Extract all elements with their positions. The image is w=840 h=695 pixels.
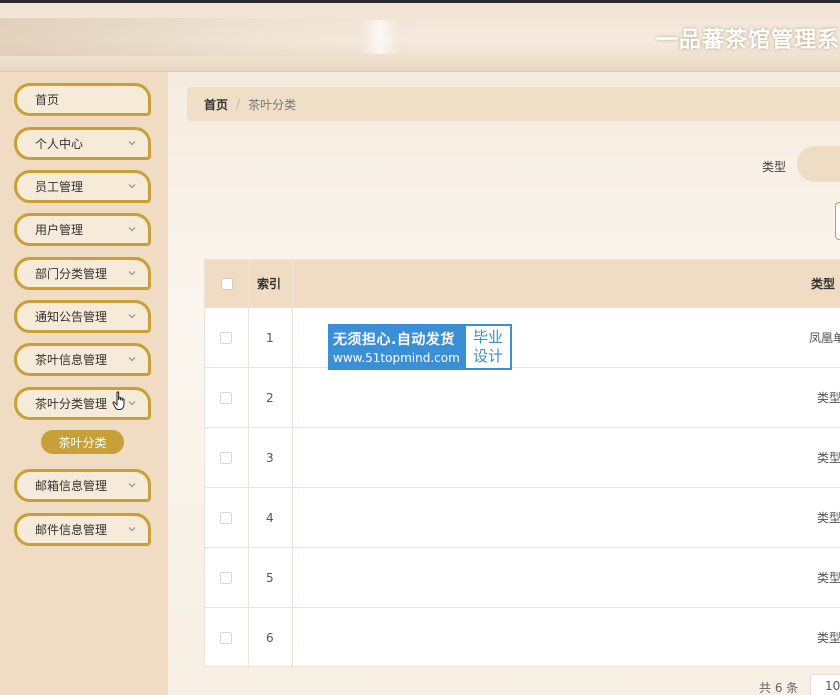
row-checkbox-cell — [220, 608, 232, 667]
pagination-total: 共 6 条 — [759, 681, 799, 695]
sidebar-item-label: 部门分类管理 — [35, 267, 108, 281]
main-content: 首页 / 茶叶分类 类型 索引 类型 1 凤凰单 2 类型 3 类型 4 类型 … — [168, 72, 840, 695]
row-index: 3 — [266, 450, 274, 465]
table-row[interactable]: 5 类型 — [205, 547, 840, 607]
row-checkbox[interactable] — [220, 451, 232, 464]
select-all-checkbox[interactable] — [221, 277, 233, 290]
sidebar-item-label: 个人中心 — [35, 137, 84, 151]
sidebar-item-label: 茶叶信息管理 — [35, 353, 108, 367]
chevron-down-icon — [128, 184, 136, 189]
sidebar-item-home[interactable]: 首页 — [14, 83, 151, 116]
row-type: 类型 — [817, 391, 840, 405]
row-type: 类型 — [817, 511, 840, 525]
chevron-down-icon — [128, 271, 136, 276]
select-all-checkbox-cell — [221, 260, 233, 307]
row-index: 1 — [266, 330, 274, 345]
row-checkbox-cell — [220, 368, 232, 427]
row-checkbox-cell — [220, 548, 232, 607]
chevron-down-icon — [128, 314, 136, 319]
table-row[interactable]: 2 类型 — [205, 367, 840, 427]
row-index: 5 — [266, 570, 274, 585]
sidebar-item-label: 茶叶分类管理 — [35, 397, 108, 411]
breadcrumb-separator: / — [236, 97, 241, 111]
watermark-badge-line2: 设计 — [472, 347, 503, 365]
sidebar-item-label: 员工管理 — [35, 180, 84, 194]
hand-cursor-icon — [112, 391, 125, 410]
sidebar-item-label: 首页 — [35, 93, 60, 107]
table-row[interactable]: 3 类型 — [205, 427, 840, 487]
data-table: 索引 类型 1 凤凰单 2 类型 3 类型 4 类型 5 类型 6 类型 — [204, 259, 840, 668]
sidebar-subitem-tea-category[interactable]: 茶叶分类 — [41, 430, 124, 454]
sidebar-item-tea-category[interactable]: 茶叶分类管理 — [14, 387, 151, 420]
row-checkbox[interactable] — [220, 511, 232, 524]
watermark-badge: 毕业 设计 — [464, 324, 512, 370]
sidebar-item-mail[interactable]: 邮件信息管理 — [14, 513, 151, 546]
watermark-badge-line1: 毕业 — [472, 328, 503, 346]
row-type: 类型 — [817, 451, 840, 465]
table-row[interactable]: 4 类型 — [205, 487, 840, 547]
sidebar-item-tea-info[interactable]: 茶叶信息管理 — [14, 343, 151, 376]
watermark-banner: 无须担心.自动发货 www.51topmind.com 毕业 设计 — [328, 324, 512, 370]
row-checkbox-cell — [220, 488, 232, 547]
row-checkbox[interactable] — [220, 631, 232, 644]
sidebar-item-staff[interactable]: 员工管理 — [14, 170, 151, 203]
breadcrumb-current: 茶叶分类 — [248, 97, 297, 112]
row-index: 6 — [266, 630, 274, 645]
chevron-down-icon — [128, 527, 136, 532]
breadcrumb: 首页 / 茶叶分类 — [187, 87, 840, 121]
row-checkbox[interactable] — [220, 391, 232, 404]
row-index: 2 — [266, 390, 274, 405]
chevron-down-icon — [128, 483, 136, 488]
sidebar-item-users[interactable]: 用户管理 — [14, 213, 151, 246]
row-checkbox-cell — [220, 308, 232, 367]
watermark-text-block: 无须担心.自动发货 www.51topmind.com — [328, 324, 464, 370]
page-size-select[interactable]: 10 — [810, 674, 840, 695]
header-decoration-highlight — [360, 20, 400, 54]
table-row[interactable]: 1 凤凰单 — [205, 307, 840, 367]
app-title: 一品蕃茶馆管理系 — [655, 28, 840, 53]
row-index: 4 — [266, 510, 274, 525]
sidebar-item-label: 邮件信息管理 — [35, 523, 108, 537]
chevron-down-icon — [128, 357, 136, 362]
sidebar-item-label: 用户管理 — [35, 223, 84, 237]
row-type: 凤凰单 — [809, 331, 840, 345]
top-header: 一品蕃茶馆管理系 — [0, 0, 840, 72]
watermark-line2: www.51topmind.com — [333, 351, 460, 365]
search-button[interactable] — [835, 202, 840, 240]
table-row[interactable]: 6 类型 — [205, 607, 840, 667]
row-type: 类型 — [817, 631, 840, 645]
sidebar-item-personal-center[interactable]: 个人中心 — [14, 127, 151, 160]
sidebar-item-label: 通知公告管理 — [35, 310, 108, 324]
watermark-line1: 无须担心.自动发货 — [333, 332, 455, 348]
column-header-type[interactable]: 类型 — [811, 260, 835, 307]
search-type-input[interactable] — [797, 146, 840, 182]
sidebar-item-departments[interactable]: 部门分类管理 — [14, 257, 151, 290]
table-header: 索引 类型 — [205, 260, 840, 307]
row-checkbox-cell — [220, 428, 232, 487]
chevron-up-icon — [128, 401, 136, 406]
sidebar-item-notices[interactable]: 通知公告管理 — [14, 300, 151, 333]
column-header-index: 索引 — [257, 277, 282, 291]
chevron-down-icon — [128, 227, 136, 232]
row-checkbox[interactable] — [220, 331, 232, 344]
row-type: 类型 — [817, 571, 840, 585]
sidebar-item-label: 邮箱信息管理 — [35, 479, 108, 493]
search-type-label: 类型 — [762, 160, 787, 174]
header-decoration — [0, 18, 420, 56]
sidebar: 首页 个人中心 员工管理 用户管理 部门分类管理 通知公告管理 茶叶信息管理 茶… — [0, 72, 168, 695]
chevron-down-icon — [128, 141, 136, 146]
breadcrumb-home[interactable]: 首页 — [204, 96, 228, 113]
row-checkbox[interactable] — [220, 571, 232, 584]
sidebar-item-mailbox[interactable]: 邮箱信息管理 — [14, 469, 151, 502]
